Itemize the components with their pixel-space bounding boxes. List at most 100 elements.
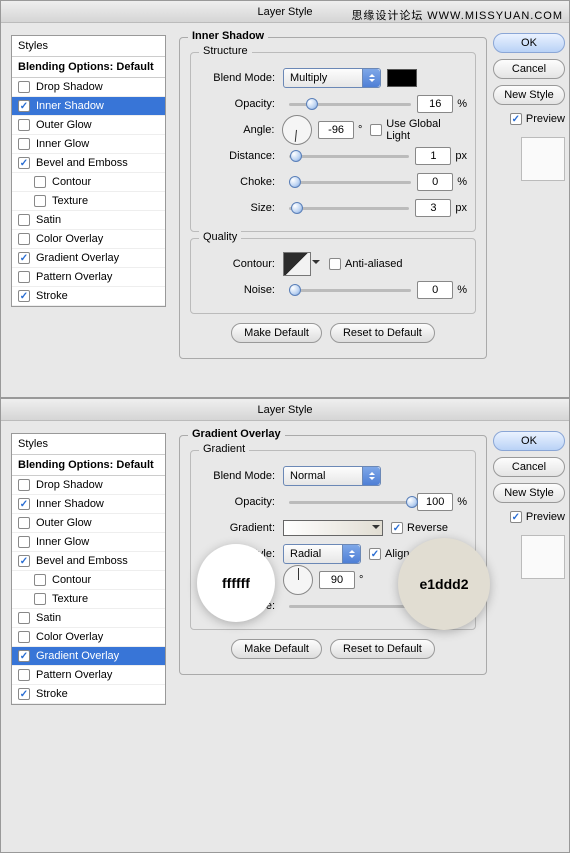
- blend-mode-select[interactable]: Multiply: [283, 68, 381, 88]
- angle-dial[interactable]: [283, 565, 313, 595]
- style-item-gradient-overlay[interactable]: Gradient Overlay: [12, 249, 165, 268]
- noise-input[interactable]: 0: [417, 281, 453, 299]
- style-item-bevel-and-emboss[interactable]: Bevel and Emboss: [12, 154, 165, 173]
- style-checkbox[interactable]: [18, 536, 30, 548]
- styles-header[interactable]: Styles: [12, 434, 165, 455]
- structure-group: Structure Blend Mode: Multiply Opacity: …: [190, 52, 476, 232]
- style-item-texture[interactable]: Texture: [12, 192, 165, 211]
- scale-slider[interactable]: [289, 599, 411, 613]
- style-item-inner-shadow[interactable]: Inner Shadow: [12, 97, 165, 116]
- style-checkbox[interactable]: [34, 176, 46, 188]
- angle-input[interactable]: 90: [319, 571, 355, 589]
- cancel-button[interactable]: Cancel: [493, 457, 565, 477]
- opacity-slider[interactable]: [289, 495, 411, 509]
- gradient-picker[interactable]: [283, 520, 383, 536]
- style-item-pattern-overlay[interactable]: Pattern Overlay: [12, 666, 165, 685]
- new-style-button[interactable]: New Style: [493, 483, 565, 503]
- noise-label: Noise:: [199, 284, 275, 296]
- blending-options[interactable]: Blending Options: Default: [12, 57, 165, 78]
- style-item-outer-glow[interactable]: Outer Glow: [12, 116, 165, 135]
- style-checkbox[interactable]: [18, 271, 30, 283]
- style-checkbox[interactable]: [18, 233, 30, 245]
- reset-default-button[interactable]: Reset to Default: [330, 323, 435, 343]
- size-input[interactable]: 3: [415, 199, 451, 217]
- preview-checkbox[interactable]: [510, 511, 522, 523]
- use-global-light-checkbox[interactable]: [370, 124, 382, 136]
- style-checkbox[interactable]: [34, 195, 46, 207]
- style-checkbox[interactable]: [18, 119, 30, 131]
- style-item-pattern-overlay[interactable]: Pattern Overlay: [12, 268, 165, 287]
- style-item-drop-shadow[interactable]: Drop Shadow: [12, 78, 165, 97]
- style-checkbox[interactable]: [18, 157, 30, 169]
- opacity-slider[interactable]: [289, 97, 411, 111]
- style-label: Gradient Overlay: [36, 650, 119, 662]
- style-label: Pattern Overlay: [36, 669, 112, 681]
- style-item-color-overlay[interactable]: Color Overlay: [12, 230, 165, 249]
- style-checkbox[interactable]: [34, 593, 46, 605]
- shadow-color-swatch[interactable]: [387, 69, 417, 87]
- style-checkbox[interactable]: [18, 669, 30, 681]
- make-default-button[interactable]: Make Default: [231, 323, 322, 343]
- reverse-checkbox[interactable]: [391, 522, 403, 534]
- pct-unit: %: [457, 284, 467, 296]
- style-item-inner-glow[interactable]: Inner Glow: [12, 135, 165, 154]
- style-item-gradient-overlay[interactable]: Gradient Overlay: [12, 647, 165, 666]
- style-item-contour[interactable]: Contour: [12, 173, 165, 192]
- reset-default-button[interactable]: Reset to Default: [330, 639, 435, 659]
- align-checkbox[interactable]: [369, 548, 381, 560]
- style-item-contour[interactable]: Contour: [12, 571, 165, 590]
- make-default-button[interactable]: Make Default: [231, 639, 322, 659]
- angle-dial[interactable]: [282, 115, 312, 145]
- style-checkbox[interactable]: [18, 100, 30, 112]
- style-item-satin[interactable]: Satin: [12, 211, 165, 230]
- preview-checkbox[interactable]: [510, 113, 522, 125]
- distance-input[interactable]: 1: [415, 147, 451, 165]
- style-checkbox[interactable]: [18, 650, 30, 662]
- gradient-label: Gradient:: [199, 522, 275, 534]
- style-item-texture[interactable]: Texture: [12, 590, 165, 609]
- noise-slider[interactable]: [289, 283, 411, 297]
- style-checkbox[interactable]: [18, 555, 30, 567]
- styles-header[interactable]: Styles: [12, 36, 165, 57]
- style-checkbox[interactable]: [34, 574, 46, 586]
- choke-slider[interactable]: [289, 175, 411, 189]
- anti-aliased-checkbox[interactable]: [329, 258, 341, 270]
- distance-slider[interactable]: [289, 149, 409, 163]
- style-checkbox[interactable]: [18, 252, 30, 264]
- style-checkbox[interactable]: [18, 81, 30, 93]
- style-checkbox[interactable]: [18, 688, 30, 700]
- style-item-inner-shadow[interactable]: Inner Shadow: [12, 495, 165, 514]
- style-select[interactable]: Radial: [283, 544, 361, 564]
- style-checkbox[interactable]: [18, 498, 30, 510]
- style-checkbox[interactable]: [18, 214, 30, 226]
- style-checkbox[interactable]: [18, 612, 30, 624]
- deg-unit: °: [359, 574, 363, 586]
- new-style-button[interactable]: New Style: [493, 85, 565, 105]
- style-label: Drop Shadow: [36, 479, 103, 491]
- style-checkbox[interactable]: [18, 479, 30, 491]
- choke-input[interactable]: 0: [417, 173, 453, 191]
- opacity-input[interactable]: 100: [417, 493, 453, 511]
- style-item-stroke[interactable]: Stroke: [12, 685, 165, 704]
- style-checkbox[interactable]: [18, 631, 30, 643]
- style-item-satin[interactable]: Satin: [12, 609, 165, 628]
- style-item-stroke[interactable]: Stroke: [12, 287, 165, 306]
- ok-button[interactable]: OK: [493, 33, 565, 53]
- preview-label: Preview: [526, 511, 565, 523]
- style-checkbox[interactable]: [18, 138, 30, 150]
- style-item-outer-glow[interactable]: Outer Glow: [12, 514, 165, 533]
- style-item-drop-shadow[interactable]: Drop Shadow: [12, 476, 165, 495]
- blending-options[interactable]: Blending Options: Default: [12, 455, 165, 476]
- style-item-bevel-and-emboss[interactable]: Bevel and Emboss: [12, 552, 165, 571]
- blend-mode-select[interactable]: Normal: [283, 466, 381, 486]
- style-item-inner-glow[interactable]: Inner Glow: [12, 533, 165, 552]
- opacity-input[interactable]: 16: [417, 95, 453, 113]
- contour-picker[interactable]: [283, 252, 311, 276]
- size-slider[interactable]: [289, 201, 409, 215]
- style-item-color-overlay[interactable]: Color Overlay: [12, 628, 165, 647]
- style-checkbox[interactable]: [18, 290, 30, 302]
- angle-input[interactable]: -96: [318, 121, 354, 139]
- ok-button[interactable]: OK: [493, 431, 565, 451]
- cancel-button[interactable]: Cancel: [493, 59, 565, 79]
- style-checkbox[interactable]: [18, 517, 30, 529]
